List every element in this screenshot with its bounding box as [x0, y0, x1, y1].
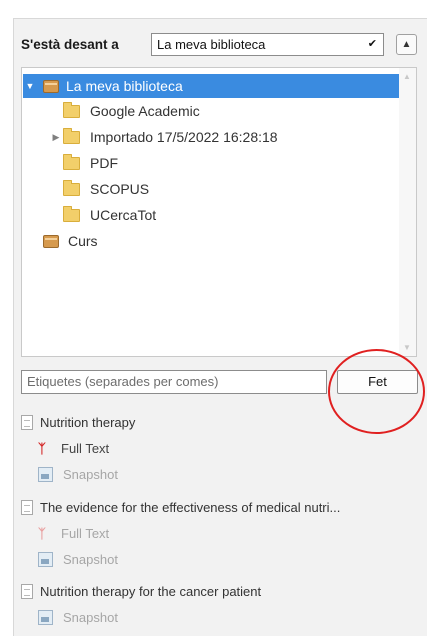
item-row: Nutrition therapy for the cancer patient [21, 580, 261, 602]
library-icon [43, 79, 59, 93]
tree-item-label: PDF [90, 155, 118, 171]
attachment-row: Snapshot [38, 548, 118, 570]
chevron-down-icon: ✔ [367, 38, 377, 50]
attachment-row: Snapshot [38, 606, 118, 628]
item-row: The evidence for the effectiveness of me… [21, 496, 340, 518]
tags-input[interactable]: Etiquetes (separades per comes) [21, 370, 327, 394]
attachment-label: Snapshot [63, 551, 118, 567]
document-icon [21, 499, 33, 515]
tree-item-label: UCercaTot [90, 207, 157, 223]
scroll-down-icon[interactable]: ▼ [403, 343, 411, 352]
tree-item-label: Google Academic [90, 103, 200, 119]
twisty-expanded-icon[interactable]: ▼ [23, 81, 37, 91]
done-button[interactable]: Fet [337, 370, 418, 394]
attachment-row: Snapshot [38, 463, 118, 485]
pdf-icon: ᛉ [38, 525, 46, 541]
tree-item-google-academic[interactable]: Google Academic [23, 99, 200, 123]
tree-item-my-library[interactable]: ▼ La meva biblioteca [23, 74, 399, 98]
snapshot-icon [38, 466, 53, 482]
snapshot-icon [38, 551, 53, 567]
folder-icon [63, 153, 80, 170]
folder-icon [63, 101, 80, 118]
pdf-icon: ᛉ [38, 440, 46, 456]
tree-item-label: Importado 17/5/2022 16:28:18 [90, 129, 278, 145]
collection-tree[interactable]: ▼ La meva biblioteca Google Academic ▶ I… [21, 67, 417, 357]
tree-item-label: La meva biblioteca [66, 78, 183, 94]
attachment-row: ᛉ Full Text [38, 437, 109, 459]
document-icon [21, 414, 33, 430]
scroll-up-icon[interactable]: ▲ [403, 72, 411, 81]
attachment-label: Full Text [61, 440, 110, 456]
attachment-label: Snapshot [63, 609, 118, 625]
tree-item-pdf[interactable]: PDF [23, 151, 118, 175]
folder-icon [63, 179, 80, 196]
library-select[interactable]: La meva biblioteca ✔ [151, 33, 384, 56]
tree-item-label: Curs [68, 233, 98, 249]
tree-item-scopus[interactable]: SCOPUS [23, 177, 149, 201]
tree-item-importado[interactable]: ▶ Importado 17/5/2022 16:28:18 [23, 125, 278, 149]
tree-item-label: SCOPUS [90, 181, 150, 197]
collapse-button[interactable]: ▲ [396, 34, 417, 55]
attachment-label: Snapshot [63, 466, 118, 482]
attachment-row: ᛉ Full Text [38, 522, 109, 544]
saving-to-label: S'està desant a [21, 36, 119, 52]
attachment-label: Full Text [61, 525, 110, 541]
library-select-value: La meva biblioteca [157, 37, 266, 52]
tree-scrollbar[interactable]: ▲ ▼ [399, 68, 416, 356]
tags-placeholder: Etiquetes (separades per comes) [27, 374, 219, 389]
folder-icon [63, 205, 80, 222]
item-title: The evidence for the effectiveness of me… [40, 499, 341, 515]
twisty-collapsed-icon[interactable]: ▶ [49, 132, 63, 143]
tree-item-ucercatot[interactable]: UCercaTot [23, 203, 156, 227]
item-title: Nutrition therapy for the cancer patient [40, 583, 262, 599]
tree-item-curs[interactable]: Curs [23, 229, 98, 253]
document-icon [21, 583, 33, 599]
saving-to-row: S'està desant a [21, 32, 119, 56]
folder-icon [63, 127, 80, 144]
item-title: Nutrition therapy [40, 414, 136, 430]
item-row: Nutrition therapy [21, 411, 135, 433]
snapshot-icon [38, 609, 53, 625]
chevron-up-icon: ▲ [401, 39, 412, 50]
library-icon [43, 234, 59, 248]
